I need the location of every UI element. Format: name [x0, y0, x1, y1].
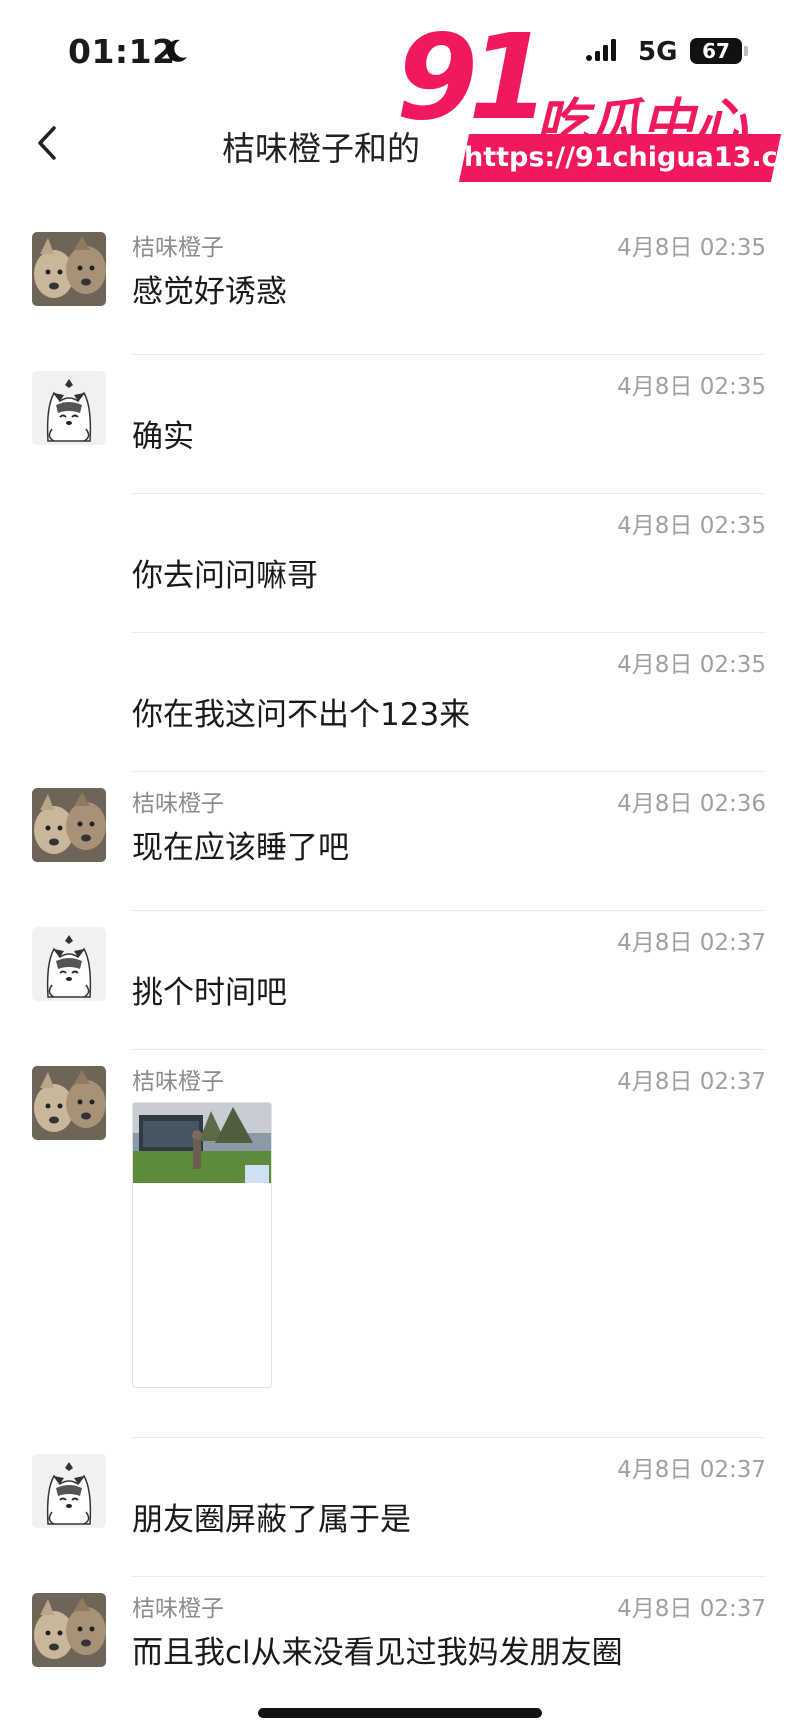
avatar[interactable]	[32, 788, 106, 862]
avatar[interactable]	[32, 371, 106, 445]
message-text: 而且我cl从来没看见过我妈发朋友圈	[132, 1635, 623, 1671]
chat-message[interactable]: 4月8日 02:35 你去问问嘛哥	[0, 494, 800, 633]
avatar[interactable]	[32, 1066, 106, 1140]
message-text: 你在我这问不出个123来	[132, 697, 471, 733]
watermark-number: 91	[396, 8, 550, 146]
chat-message[interactable]: 4月8日 02:35 你在我这问不出个123来	[0, 633, 800, 772]
sender-name: 桔味橙子	[132, 1596, 224, 1622]
watermark-url-banner: https://91chigua13.com	[458, 134, 800, 182]
avatar[interactable]	[32, 927, 106, 1001]
message-time: 4月8日 02:37	[617, 930, 766, 956]
chevron-left-icon[interactable]	[28, 118, 68, 168]
watermark-url: https://91chigua13.com	[464, 142, 800, 173]
message-time: 4月8日 02:35	[617, 235, 766, 261]
message-time: 4月8日 02:36	[617, 791, 766, 817]
sender-name: 桔味橙子	[132, 1069, 224, 1095]
message-time: 4月8日 02:35	[617, 513, 766, 539]
message-text: 确实	[132, 419, 194, 455]
chat-message[interactable]: 4月8日 02:35 确实	[0, 355, 800, 494]
sender-name: 桔味橙子	[132, 791, 224, 817]
chat-message[interactable]: 桔味橙子 4月8日 02:35 感觉好诱惑	[0, 216, 800, 355]
watermark-logo: 91 吃瓜中心 https://91chigua13.com	[396, 18, 800, 182]
chat-message[interactable]: 桔味橙子 4月8日 02:37 而且我cl从来没看见过我妈发朋友圈	[0, 1577, 800, 1716]
moon-icon	[166, 39, 187, 62]
message-text: 你去问问嘛哥	[132, 558, 318, 594]
avatar[interactable]	[32, 1593, 106, 1667]
message-time: 4月8日 02:37	[617, 1457, 766, 1483]
shared-image[interactable]	[132, 1102, 272, 1388]
message-time: 4月8日 02:37	[617, 1069, 766, 1095]
page-title: 桔味橙子和的	[222, 129, 420, 168]
chat-message[interactable]: 桔味橙子 4月8日 02:36 现在应该睡了吧	[0, 772, 800, 911]
sender-name: 桔味橙子	[132, 235, 224, 261]
message-time: 4月8日 02:35	[617, 652, 766, 678]
message-text: 朋友圈屏蔽了属于是	[132, 1502, 411, 1538]
chat-message[interactable]: 桔味橙子 4月8日 02:37	[0, 1050, 800, 1438]
avatar[interactable]	[32, 1454, 106, 1528]
message-text: 感觉好诱惑	[132, 274, 287, 310]
avatar[interactable]	[32, 232, 106, 306]
message-time: 4月8日 02:35	[617, 374, 766, 400]
message-text: 挑个时间吧	[132, 975, 287, 1011]
chat-history-list: 桔味橙子 4月8日 02:35 感觉好诱惑 4月8日 02:35 确实 4月8日…	[0, 216, 800, 1716]
message-time: 4月8日 02:37	[617, 1596, 766, 1622]
chat-message[interactable]: 4月8日 02:37 朋友圈屏蔽了属于是	[0, 1438, 800, 1577]
status-time: 01:12	[68, 32, 176, 71]
home-indicator[interactable]	[258, 1708, 542, 1718]
chat-message[interactable]: 4月8日 02:37 挑个时间吧	[0, 911, 800, 1050]
image-thumbnail	[133, 1103, 271, 1387]
message-text: 现在应该睡了吧	[132, 830, 349, 866]
